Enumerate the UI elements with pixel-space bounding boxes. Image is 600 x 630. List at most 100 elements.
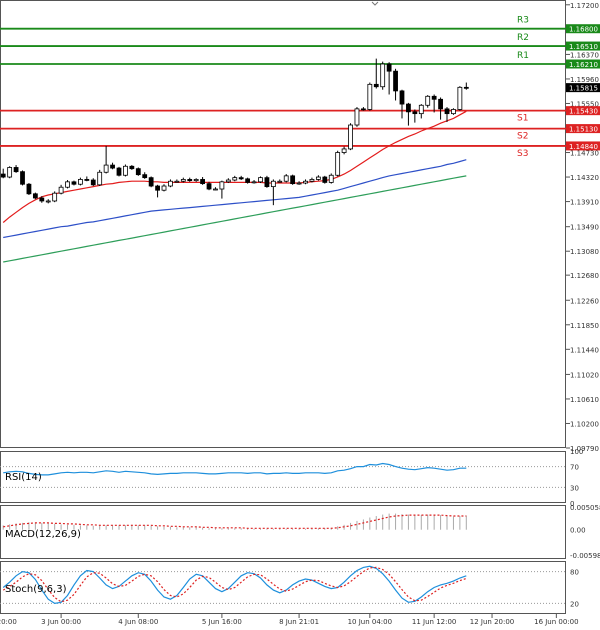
candle-body xyxy=(135,168,141,176)
level-label-s1: S1 xyxy=(517,114,528,124)
candle-body xyxy=(116,167,122,176)
candle-body xyxy=(438,98,443,110)
candle-body xyxy=(168,180,173,187)
candle xyxy=(245,177,251,184)
candle-body xyxy=(367,83,373,110)
rsi-tick-label: 100 xyxy=(570,448,583,456)
rsi-tick-label: 70 xyxy=(570,464,579,472)
candle-body xyxy=(258,177,263,183)
candle-body xyxy=(303,180,308,184)
candle-body xyxy=(123,165,128,176)
time-tick-label: 5 Jun 16:00 xyxy=(202,618,242,626)
macd-panel[interactable]: MACD(12,26,9) 0.005058 0.00 -0.005988 xyxy=(0,504,600,560)
candle-body xyxy=(245,178,251,183)
candle-body xyxy=(97,171,103,186)
macd-label: MACD(12,26,9) xyxy=(5,529,81,540)
candle-body xyxy=(322,176,328,183)
candle-body xyxy=(187,179,193,182)
candle-body xyxy=(380,63,386,88)
level-price-tag-text: 1.16510 xyxy=(569,43,598,51)
candle xyxy=(457,86,463,111)
price-tick-label: 1.16370 xyxy=(570,51,599,59)
macd-panel-frame xyxy=(0,505,566,559)
candle xyxy=(135,167,141,176)
candle-body xyxy=(296,182,302,185)
candle-body xyxy=(315,176,321,180)
candle xyxy=(348,123,353,151)
candle-body xyxy=(270,180,276,188)
candle-body xyxy=(418,104,424,115)
candle-body xyxy=(45,200,51,203)
stoch-tick-label: 80 xyxy=(570,569,579,577)
price-tick-label: 1.12260 xyxy=(570,297,599,305)
time-tick-label: 10 Jun 04:00 xyxy=(348,618,392,626)
level-price-tag-text: 1.15430 xyxy=(569,108,598,116)
candle-body xyxy=(110,164,115,169)
candle-body xyxy=(148,177,154,187)
candle xyxy=(451,108,456,115)
price-tick-label: 1.11850 xyxy=(570,322,599,330)
candle-body xyxy=(341,148,347,153)
candle-body xyxy=(58,186,64,194)
candle-body xyxy=(193,179,199,182)
time-tick-label: 2 Jun 20:00 xyxy=(0,618,17,626)
candle xyxy=(354,107,360,127)
stochastic-panel[interactable]: Stoch(9,6,3) 80 20 xyxy=(0,561,579,614)
candle-body xyxy=(264,177,270,188)
candle-body xyxy=(406,103,411,113)
stochastic-panel-frame xyxy=(0,561,566,614)
time-tick-label: 8 Jun 21:01 xyxy=(279,618,319,626)
price-tick-label: 1.17200 xyxy=(570,2,599,10)
candle xyxy=(32,192,38,200)
candle xyxy=(328,173,334,184)
price-tick-label: 1.11020 xyxy=(570,371,599,379)
time-tick-label: 4 Jun 08:00 xyxy=(118,618,158,626)
candle-body xyxy=(129,165,135,170)
candle-body xyxy=(393,70,398,92)
candle-body xyxy=(32,193,38,199)
candle xyxy=(26,183,32,195)
candle-body xyxy=(13,167,19,173)
rsi-tick-label: 30 xyxy=(570,484,579,492)
rsi-panel-frame xyxy=(0,451,566,503)
candle-body xyxy=(283,175,289,182)
candle-body xyxy=(7,167,13,178)
candle-body xyxy=(78,179,83,185)
macd-tick-label: 0.00 xyxy=(570,527,586,535)
candle xyxy=(380,61,386,90)
candle-body xyxy=(200,179,205,185)
candle-body xyxy=(174,180,180,183)
candle-body xyxy=(161,185,167,191)
candle-body xyxy=(232,177,238,181)
price-tick-label: 1.13080 xyxy=(570,248,599,256)
candle xyxy=(20,170,25,186)
price-tick-label: 1.10610 xyxy=(570,396,599,404)
candle xyxy=(52,191,58,203)
candle-body xyxy=(0,173,6,178)
candle-body xyxy=(103,164,109,173)
level-price-tag-text: 1.16800 xyxy=(569,26,598,34)
rsi-panel[interactable]: RSI(14)10070300 xyxy=(0,448,583,508)
price-tick-label: 1.11440 xyxy=(570,346,599,354)
candle xyxy=(123,164,128,177)
candle xyxy=(264,175,270,188)
candle-body xyxy=(52,192,58,202)
rsi-label: RSI(14) xyxy=(5,472,42,483)
candle xyxy=(116,166,122,177)
candle-body xyxy=(84,179,90,181)
main-price-panel[interactable]: 1.172001.163701.159601.155501.147301.143… xyxy=(0,0,600,454)
candle-body xyxy=(90,179,96,186)
price-chart[interactable]: 1.172001.163701.159601.155501.147301.143… xyxy=(0,0,600,630)
level-label-r1: R1 xyxy=(517,51,529,61)
price-tick-label: 1.13910 xyxy=(570,199,599,207)
macd-tick-label: 0.005058 xyxy=(570,504,600,512)
level-label-s2: S2 xyxy=(517,132,528,142)
price-tick-label: 1.10200 xyxy=(570,420,599,428)
candle xyxy=(258,176,263,184)
level-price-tag-text: 1.16210 xyxy=(569,61,598,69)
main-panel-frame xyxy=(0,0,566,448)
candle xyxy=(335,150,341,177)
candle-body xyxy=(354,108,360,126)
candle-body xyxy=(206,183,212,190)
candle-body xyxy=(65,181,70,188)
